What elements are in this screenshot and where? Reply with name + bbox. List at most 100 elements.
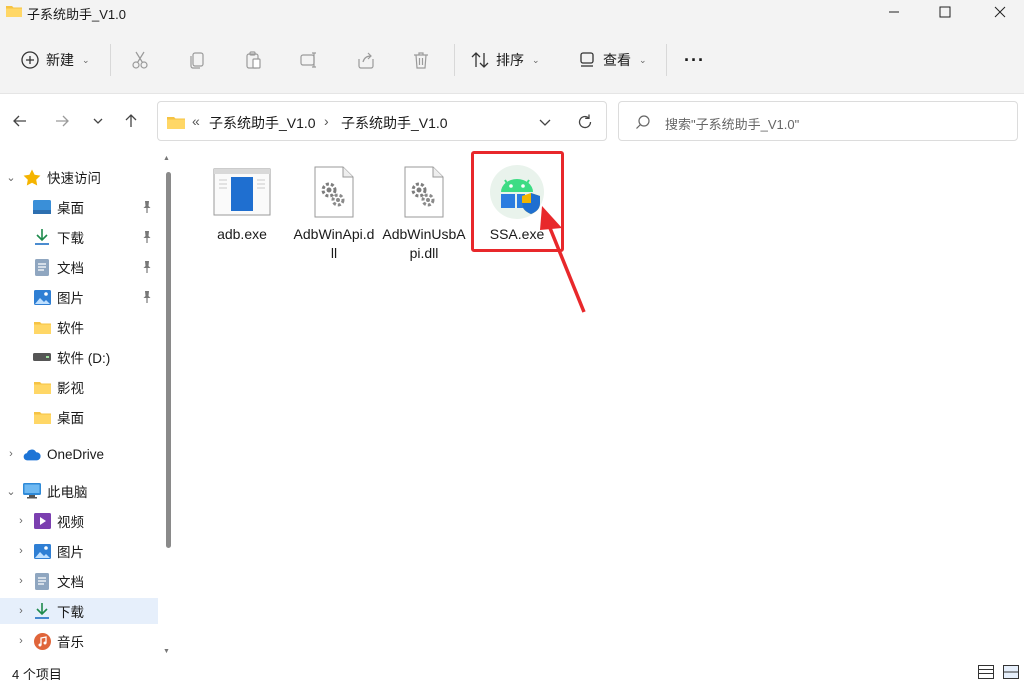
- sidebar-item-pc-downloads[interactable]: › 下载: [0, 598, 158, 624]
- sidebar-item-quick-access[interactable]: ⌄ 快速访问: [0, 164, 158, 190]
- chevron-right-icon[interactable]: ›: [15, 635, 27, 647]
- sidebar-item-movies[interactable]: 影视: [0, 374, 158, 400]
- sort-button[interactable]: 排序 ⌄: [470, 44, 540, 76]
- folder-icon: [6, 6, 22, 17]
- folder-icon: [33, 379, 51, 395]
- sidebar-item-this-pc[interactable]: ⌄ 此电脑: [0, 478, 158, 504]
- title-bar: 子系统助手_V1.0: [0, 0, 1024, 24]
- sidebar-item-onedrive[interactable]: › OneDrive: [0, 441, 158, 467]
- sidebar-item-desktop-folder[interactable]: 桌面: [0, 404, 158, 430]
- recent-locations-button[interactable]: [86, 109, 110, 133]
- sidebar-item-music[interactable]: › 音乐: [0, 628, 158, 654]
- new-button[interactable]: 新建 ⌄: [20, 44, 90, 76]
- details-view-icon[interactable]: [978, 665, 994, 679]
- scrollbar-thumb[interactable]: [166, 172, 171, 548]
- pin-icon: [143, 201, 151, 213]
- sidebar-item-pc-pictures[interactable]: › 图片: [0, 538, 158, 564]
- copy-icon: [190, 52, 204, 69]
- view-icon: [580, 52, 594, 67]
- file-item[interactable]: adb.exe: [200, 164, 284, 244]
- arrow-right-icon: [56, 115, 69, 127]
- chevron-right-icon[interactable]: ›: [15, 605, 27, 617]
- folder-icon: [33, 409, 51, 425]
- sidebar-item-pc-documents[interactable]: › 文档: [0, 568, 158, 594]
- address-bar[interactable]: « 子系统助手_V1.0 › 子系统助手_V1.0: [157, 101, 607, 141]
- annotation-arrow-icon: [540, 206, 586, 313]
- item-count: 4 个项目: [12, 667, 62, 682]
- navigation-row: « 子系统助手_V1.0 › 子系统助手_V1.0 搜索"子系统助手_V1.0": [0, 95, 1024, 150]
- scroll-up-icon[interactable]: ▲: [163, 155, 170, 162]
- back-button[interactable]: [8, 109, 32, 133]
- cloud-icon: [23, 446, 41, 462]
- paste-icon: [246, 51, 261, 69]
- sidebar-item-label: OneDrive: [47, 446, 105, 462]
- rename-button[interactable]: [297, 48, 321, 72]
- sidebar-item-label: 下载: [57, 605, 84, 620]
- pin-icon: [143, 261, 151, 273]
- arrow-up-icon: [125, 114, 137, 127]
- file-item[interactable]: AdbWinUsbApi.dll: [382, 164, 466, 263]
- maximize-button[interactable]: [921, 0, 969, 24]
- sidebar-item-label: 软件: [57, 321, 84, 336]
- sidebar-item-videos[interactable]: › 视频: [0, 508, 158, 534]
- folder-icon: [167, 117, 185, 129]
- chevron-right-icon[interactable]: ›: [5, 448, 17, 460]
- minimize-button[interactable]: [870, 0, 918, 24]
- pictures-icon: [33, 289, 51, 305]
- sort-label: 排序: [496, 52, 524, 68]
- video-icon: [33, 513, 51, 529]
- more-options-button[interactable]: ···: [684, 44, 705, 76]
- view-button[interactable]: 查看 ⌄: [577, 44, 647, 76]
- command-bar: 新建 ⌄ 排序 ⌄ 查看 ⌄ ···: [0, 24, 1024, 94]
- search-box[interactable]: 搜索"子系统助手_V1.0": [618, 101, 1018, 141]
- chevron-down-icon: ⌄: [532, 54, 540, 65]
- dll-gear-icon: [392, 164, 456, 220]
- view-label: 查看: [603, 52, 631, 68]
- music-icon: [33, 632, 51, 650]
- paste-button[interactable]: [241, 48, 265, 72]
- chevron-down-icon[interactable]: ⌄: [5, 485, 17, 498]
- chevron-right-icon[interactable]: ›: [15, 545, 27, 557]
- chevron-right-icon[interactable]: ›: [15, 515, 27, 527]
- sidebar-item-label: 文档: [57, 575, 84, 590]
- breadcrumb-item[interactable]: 子系统助手_V1.0: [341, 113, 448, 133]
- share-button[interactable]: [354, 48, 378, 72]
- breadcrumb-overflow[interactable]: «: [192, 113, 200, 129]
- breadcrumb-separator[interactable]: ›: [324, 113, 329, 129]
- sidebar-item-pictures[interactable]: 图片: [0, 284, 158, 310]
- refresh-icon[interactable]: [576, 113, 594, 131]
- cut-button[interactable]: [128, 48, 152, 72]
- scissors-icon: [132, 51, 148, 69]
- share-icon: [358, 52, 374, 69]
- pin-icon: [143, 291, 151, 303]
- download-icon: [33, 603, 51, 619]
- delete-button[interactable]: [409, 48, 433, 72]
- forward-button[interactable]: [50, 109, 74, 133]
- sidebar-item-software[interactable]: 软件: [0, 314, 158, 340]
- breadcrumb-item[interactable]: 子系统助手_V1.0: [209, 113, 316, 133]
- sidebar-item-label: 图片: [57, 545, 84, 560]
- sidebar-item-label: 音乐: [57, 635, 84, 650]
- minimize-icon: [889, 11, 899, 13]
- file-item[interactable]: AdbWinApi.dll: [292, 164, 376, 263]
- large-icons-view-icon[interactable]: [1003, 665, 1019, 679]
- chevron-down-icon: ⌄: [639, 54, 647, 65]
- add-circle-icon: [21, 51, 39, 69]
- maximize-icon: [939, 6, 951, 18]
- chevron-down-icon[interactable]: [538, 115, 552, 129]
- close-icon: [994, 6, 1006, 18]
- chevron-right-icon[interactable]: ›: [15, 575, 27, 587]
- sidebar-item-drive-d[interactable]: 软件 (D:): [0, 344, 158, 370]
- sidebar-item-downloads[interactable]: 下载: [0, 224, 158, 250]
- up-button[interactable]: [119, 109, 143, 133]
- sort-icon: [471, 52, 489, 68]
- more-icon: ···: [684, 49, 705, 70]
- copy-button[interactable]: [185, 48, 209, 72]
- sidebar-item-desktop[interactable]: 桌面: [0, 194, 158, 220]
- sidebar-item-label: 此电脑: [47, 485, 88, 500]
- scroll-down-icon[interactable]: ▼: [163, 648, 170, 655]
- chevron-down-icon[interactable]: ⌄: [5, 171, 17, 184]
- close-button[interactable]: [976, 0, 1024, 24]
- exe-window-icon: [210, 164, 274, 220]
- sidebar-item-documents[interactable]: 文档: [0, 254, 158, 280]
